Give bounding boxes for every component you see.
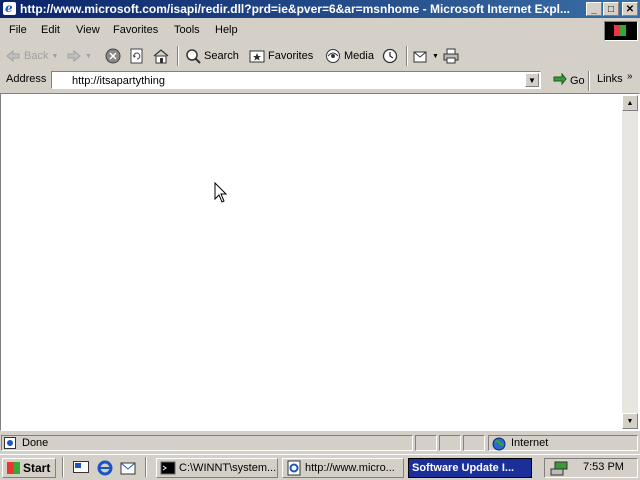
windows-logo-icon: [604, 21, 638, 41]
taskbar-separator: [62, 457, 64, 477]
back-dropdown-icon: ▼: [51, 52, 59, 60]
window-title: http://www.microsoft.com/isapi/redir.dll…: [20, 2, 570, 16]
links-chevron-icon[interactable]: »: [627, 71, 633, 82]
forward-button[interactable]: ▼: [66, 46, 92, 66]
go-button[interactable]: Go: [551, 71, 585, 91]
status-panel-empty: [463, 435, 485, 451]
history-button[interactable]: [382, 46, 398, 66]
stop-icon: [105, 48, 121, 64]
address-bar: Address http://itsapartything ▼ Go Links…: [0, 70, 640, 91]
clock[interactable]: 7:53 PM: [583, 461, 624, 473]
menu-edit[interactable]: Edit: [41, 24, 60, 36]
media-button[interactable]: Media: [325, 46, 374, 66]
show-desktop-icon[interactable]: [73, 461, 89, 478]
task-label: C:\WINNT\system...: [179, 462, 277, 474]
status-panel: Done: [1, 435, 413, 451]
toolbar: Back ▼ ▼ Search Favorites Media ▼: [0, 43, 640, 69]
status-bar: Done Internet: [0, 433, 640, 453]
mail-button[interactable]: ▼: [413, 46, 439, 66]
taskbar: Start C:\WINNT\system... http://www.micr…: [0, 454, 640, 480]
title-bar[interactable]: e http://www.microsoft.com/isapi/redir.d…: [0, 0, 640, 18]
stop-button[interactable]: [105, 46, 121, 66]
start-label: Start: [23, 461, 51, 475]
address-url: http://itsapartything: [72, 75, 165, 87]
task-label: http://www.micro...: [305, 462, 395, 474]
menu-file[interactable]: File: [9, 24, 27, 36]
history-icon: [382, 48, 398, 64]
vertical-scrollbar[interactable]: ▲ ▼: [622, 95, 638, 429]
task-cmd[interactable]: C:\WINNT\system...: [156, 458, 278, 478]
network-tray-icon[interactable]: [550, 460, 568, 479]
maximize-button[interactable]: □: [603, 2, 619, 16]
page-done-icon: [4, 437, 16, 449]
print-button[interactable]: [443, 46, 459, 66]
status-text: Done: [22, 437, 49, 449]
back-button[interactable]: Back ▼: [5, 46, 58, 66]
media-icon: [325, 48, 341, 64]
media-label: Media: [344, 50, 374, 62]
page-content[interactable]: ▲ ▼: [0, 93, 640, 431]
mouse-cursor-icon: [214, 182, 228, 203]
back-label: Back: [24, 50, 49, 62]
windows-flag-icon: [7, 462, 20, 474]
links-button[interactable]: Links: [597, 73, 623, 85]
page-icon: [55, 74, 68, 87]
home-button[interactable]: [153, 46, 169, 66]
taskbar-separator: [145, 457, 147, 477]
search-label: Search: [204, 50, 239, 62]
print-icon: [443, 48, 459, 64]
address-input[interactable]: http://itsapartything ▼: [51, 71, 541, 89]
menu-tools[interactable]: Tools: [174, 24, 200, 36]
status-panel-empty: [415, 435, 437, 451]
menu-favorites[interactable]: Favorites: [113, 24, 158, 36]
ie-page-icon: [286, 460, 302, 476]
toolbar-separator: [177, 46, 179, 66]
ie-quicklaunch-icon[interactable]: [97, 460, 113, 479]
mail-dropdown-icon: ▼: [432, 52, 439, 60]
start-button[interactable]: Start: [2, 458, 56, 478]
task-label: Software Update I...: [412, 462, 515, 474]
close-button[interactable]: ✕: [622, 2, 638, 16]
system-tray: 7:53 PM: [544, 458, 638, 478]
favorites-icon: [249, 48, 265, 64]
home-icon: [153, 48, 169, 64]
mail-icon: [413, 48, 429, 64]
command-prompt-icon: [160, 460, 176, 476]
scroll-up-button[interactable]: ▲: [622, 95, 638, 111]
favorites-button[interactable]: Favorites: [249, 46, 313, 66]
toolbar-separator: [406, 46, 408, 66]
menu-bar: File Edit View Favorites Tools Help: [0, 20, 640, 41]
toolbar-separator: [588, 71, 590, 91]
scroll-down-button[interactable]: ▼: [622, 413, 638, 429]
forward-arrow-icon: [66, 48, 82, 64]
menu-help[interactable]: Help: [215, 24, 238, 36]
search-button[interactable]: Search: [185, 46, 239, 66]
minimize-button[interactable]: _: [586, 2, 602, 16]
search-icon: [185, 48, 201, 64]
ie-icon: e: [3, 1, 16, 15]
favorites-label: Favorites: [268, 50, 314, 62]
refresh-icon: [129, 48, 145, 64]
go-label: Go: [570, 75, 585, 87]
refresh-button[interactable]: [129, 46, 145, 66]
zone-text: Internet: [511, 437, 549, 449]
task-ie[interactable]: http://www.micro...: [282, 458, 404, 478]
forward-dropdown-icon: ▼: [85, 52, 92, 60]
address-dropdown-icon[interactable]: ▼: [525, 73, 539, 87]
status-panel-empty: [439, 435, 461, 451]
zone-panel: Internet: [488, 435, 638, 451]
go-arrow-icon: [551, 72, 567, 89]
address-label: Address: [6, 73, 47, 85]
outlook-quicklaunch-icon[interactable]: [120, 460, 136, 479]
menu-view[interactable]: View: [76, 24, 100, 36]
task-software-update[interactable]: Software Update I...: [408, 458, 532, 478]
back-arrow-icon: [5, 48, 21, 64]
